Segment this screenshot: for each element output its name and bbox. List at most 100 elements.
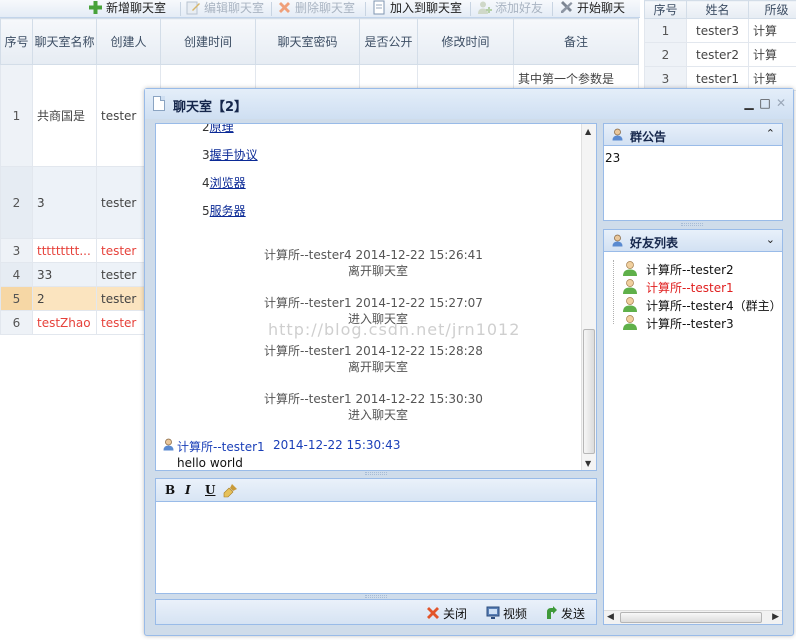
minimize-icon[interactable]: ▁ [743,96,755,110]
link-item: 3握手协议 [202,146,258,163]
friend-name: 计算所--tester2 [646,263,734,277]
send-button[interactable]: 发送 [544,605,585,622]
users-grid: 序号 姓名 所级 1 tester3 计算 2 tester2 计算 3 tes… [644,0,796,91]
column-header[interactable]: 创建人 [96,18,161,65]
message-scrollbar[interactable]: ▲ ▼ [581,124,596,470]
edit-room-button[interactable]: 编辑聊天室 [186,0,264,18]
column-header[interactable]: 聊天室密码 [255,18,360,65]
room-name-cell: 共商国是 [32,64,97,167]
user-name-cell: tester3 [686,18,749,43]
scroll-left-icon[interactable]: ◀ [607,611,614,624]
collapse-icon[interactable]: ⌃ [766,127,775,140]
resize-handle[interactable] [365,595,387,598]
video-label: 视频 [503,607,528,621]
edit-icon [186,1,200,15]
resize-handle[interactable] [681,223,703,226]
underline-button[interactable]: U [205,483,215,497]
user-icon [612,128,623,141]
system-message-header: 计算所--tester1 2014-12-22 15:28:28 [264,344,483,358]
column-header[interactable]: 序号 [0,18,33,65]
bold-button[interactable]: B [165,483,175,497]
friend-name: 计算所--tester1 [646,281,734,295]
row-number: 2 [0,166,33,239]
message-input[interactable] [155,502,597,594]
add-room-button[interactable]: 新增聊天室 [88,0,166,18]
column-header[interactable]: 创建时间 [160,18,256,65]
add-friend-button[interactable]: 添加好友 [477,0,543,18]
table-row[interactable]: 1 tester3 计算 [644,18,796,43]
expand-icon[interactable]: ⌄ [766,233,775,246]
link-number: 4 [202,176,210,190]
join-room-button[interactable]: 加入到聊天室 [372,0,462,18]
friends-title: 好友列表 [630,236,679,250]
dept-cell: 计算 [748,18,796,43]
announcement-panel: 群公告 ⌃ 23 [603,123,783,221]
scroll-down-icon[interactable]: ▼ [585,459,591,468]
delete-room-label: 删除聊天室 [295,1,356,15]
scroll-up-icon[interactable]: ▲ [585,127,591,136]
message-sender: 计算所--tester1 [177,440,265,454]
system-message-header: 计算所--tester1 2014-12-22 15:27:07 [264,296,483,310]
scroll-right-icon[interactable]: ▶ [772,611,779,624]
start-chat-button[interactable]: 开始聊天 [559,0,625,18]
column-header[interactable]: 是否公开 [359,18,418,65]
scrollbar-thumb[interactable] [620,612,762,623]
dept-cell: 计算 [748,66,796,91]
room-name-cell: ttttttttt... [32,238,97,263]
document-icon [153,96,165,111]
link-number: 2 [202,123,210,134]
column-header[interactable]: 序号 [644,0,687,19]
link-text[interactable]: 握手协议 [210,148,258,162]
table-row[interactable]: 2 tester2 计算 [644,42,796,67]
friend-name: 计算所--tester3 [646,317,734,331]
maximize-icon[interactable]: □ [759,96,771,110]
chat-window-titlebar[interactable]: 聊天室【2】 ▁ □ ✕ [145,89,793,119]
italic-button[interactable]: I [185,483,191,497]
row-number: 3 [644,66,687,91]
message-history[interactable]: 2原理 3握手协议 4浏览器 5服务器 计算所--tester4 2014-12… [155,123,597,471]
system-message-body: 进入聊天室 [348,408,409,422]
friends-panel: 好友列表 ⌄ 计算所--tester2 计算所--tester1 计算所--te… [603,229,783,625]
scrollbar-thumb[interactable] [583,329,595,454]
link-text[interactable]: 原理 [210,124,234,134]
row-number: 3 [0,238,33,263]
monitor-icon [486,606,500,619]
friends-header[interactable]: 好友列表 ⌄ [604,230,782,252]
link-text[interactable]: 服务器 [210,204,246,218]
delete-room-button[interactable]: 删除聊天室 [277,0,355,18]
clear-format-brush-icon[interactable] [223,483,238,498]
column-header[interactable]: 备注 [513,18,639,65]
column-header[interactable]: 聊天室名称 [32,18,97,65]
rooms-grid-header: 序号 聊天室名称 创建人 创建时间 聊天室密码 是否公开 修改时间 备注 [0,18,639,65]
add-icon [89,1,102,14]
close-icon[interactable]: ✕ [775,96,787,110]
column-header[interactable]: 修改时间 [417,18,514,65]
user-green-icon [623,315,637,330]
resize-handle[interactable] [365,472,387,475]
room-name-cell: 2 [32,286,97,311]
edit-room-label: 编辑聊天室 [204,1,265,15]
announcement-header[interactable]: 群公告 ⌃ [604,124,782,146]
message-time: 2014-12-22 15:30:43 [273,438,401,452]
tree-line [613,260,614,324]
link-number: 3 [202,148,210,162]
system-message-header: 计算所--tester4 2014-12-22 15:26:41 [264,248,483,262]
link-item: 4浏览器 [202,174,246,191]
user-green-icon [623,297,637,312]
column-header[interactable]: 所级 [748,0,796,19]
watermark: http://blog.csdn.net/jrn1012 [268,320,521,339]
link-number: 5 [202,204,210,218]
user-icon [612,234,623,247]
chat-window-title: 聊天室【2】 [173,100,248,115]
system-message-body: 离开聊天室 [348,264,409,278]
room-name-cell: testZhao [32,310,97,335]
friends-hscrollbar[interactable]: ◀ ▶ [604,610,782,624]
link-text[interactable]: 浏览器 [210,176,246,190]
dept-cell: 计算 [748,42,796,67]
column-header[interactable]: 姓名 [686,0,749,19]
message-text: hello world [177,456,243,470]
table-row[interactable]: 3 tester1 计算 [644,66,796,91]
video-button[interactable]: 视频 [486,605,527,622]
close-button[interactable]: 关闭 [426,605,467,622]
add-user-icon [478,1,492,14]
